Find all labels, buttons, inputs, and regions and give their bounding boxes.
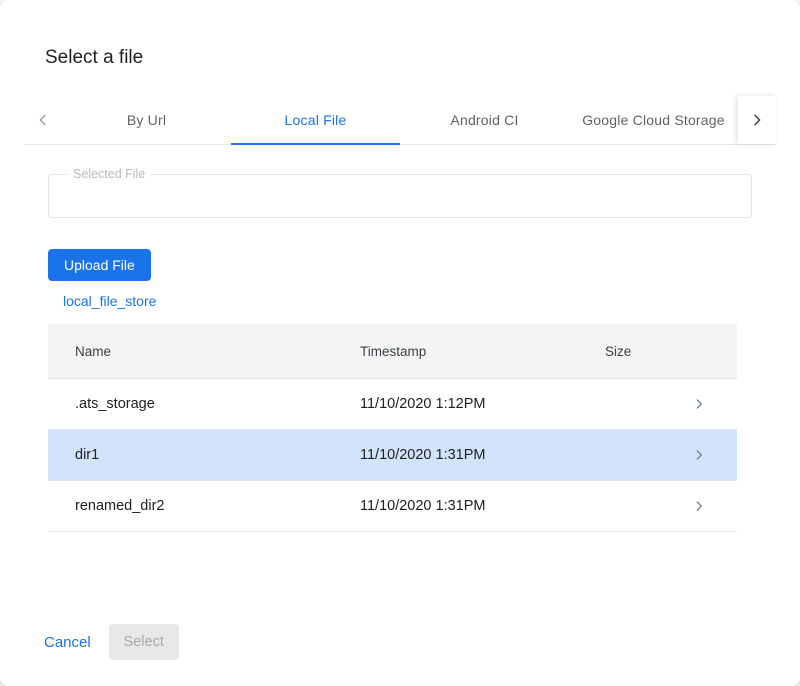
tabs-scroll-right-button[interactable] bbox=[738, 96, 776, 144]
tab-google-cloud-storage[interactable]: Google Cloud Storage bbox=[569, 96, 738, 144]
breadcrumb: local_file_store bbox=[63, 293, 800, 310]
chevron-right-icon bbox=[692, 397, 706, 411]
column-header-name: Name bbox=[48, 344, 360, 359]
tab-bar: By Url Local File Android CI Google Clou… bbox=[24, 96, 776, 145]
tab-by-url[interactable]: By Url bbox=[62, 96, 231, 144]
select-file-dialog: Select a file By Url Local File Android … bbox=[0, 0, 800, 686]
table-row-ats-storage[interactable]: .ats_storage 11/10/2020 1:12PM bbox=[48, 378, 737, 429]
tab-local-file[interactable]: Local File bbox=[231, 96, 400, 144]
column-header-timestamp: Timestamp bbox=[360, 344, 605, 359]
tab-label: Local File bbox=[285, 112, 347, 128]
tab-label: Android CI bbox=[450, 112, 518, 128]
table-row-renamed-dir2[interactable]: renamed_dir2 11/10/2020 1:31PM bbox=[48, 480, 737, 532]
dialog-title: Select a file bbox=[45, 46, 800, 70]
breadcrumb-local-file-store[interactable]: local_file_store bbox=[63, 293, 156, 309]
file-timestamp: 11/10/2020 1:31PM bbox=[360, 447, 605, 463]
open-row-button[interactable] bbox=[660, 448, 737, 462]
cancel-button[interactable]: Cancel bbox=[44, 634, 91, 651]
chevron-right-icon bbox=[692, 448, 706, 462]
tabs-scroll-left-button[interactable] bbox=[24, 96, 62, 144]
open-row-button[interactable] bbox=[660, 499, 737, 513]
file-name: .ats_storage bbox=[48, 396, 360, 412]
tab-label: Google Cloud Storage bbox=[582, 112, 725, 128]
table-header-row: Name Timestamp Size bbox=[48, 324, 737, 378]
table-row-dir1[interactable]: dir1 11/10/2020 1:31PM bbox=[48, 429, 737, 480]
selected-file-field: Selected File bbox=[48, 174, 752, 218]
chevron-right-icon bbox=[692, 499, 706, 513]
column-header-size: Size bbox=[605, 344, 660, 359]
selected-file-label: Selected File bbox=[67, 167, 151, 182]
file-table: Name Timestamp Size .ats_storage 11/10/2… bbox=[48, 324, 737, 532]
dialog-actions: Cancel Select bbox=[44, 624, 179, 660]
upload-file-button[interactable]: Upload File bbox=[48, 249, 151, 281]
select-button[interactable]: Select bbox=[109, 624, 179, 660]
tab-android-ci[interactable]: Android CI bbox=[400, 96, 569, 144]
tab-label: By Url bbox=[127, 112, 166, 128]
open-row-button[interactable] bbox=[660, 397, 737, 411]
selected-file-input[interactable] bbox=[49, 175, 751, 217]
file-name: dir1 bbox=[48, 447, 360, 463]
chevron-left-icon bbox=[35, 112, 51, 128]
file-name: renamed_dir2 bbox=[48, 498, 360, 514]
chevron-right-icon bbox=[749, 112, 765, 128]
file-timestamp: 11/10/2020 1:31PM bbox=[360, 498, 605, 514]
file-timestamp: 11/10/2020 1:12PM bbox=[360, 396, 605, 412]
